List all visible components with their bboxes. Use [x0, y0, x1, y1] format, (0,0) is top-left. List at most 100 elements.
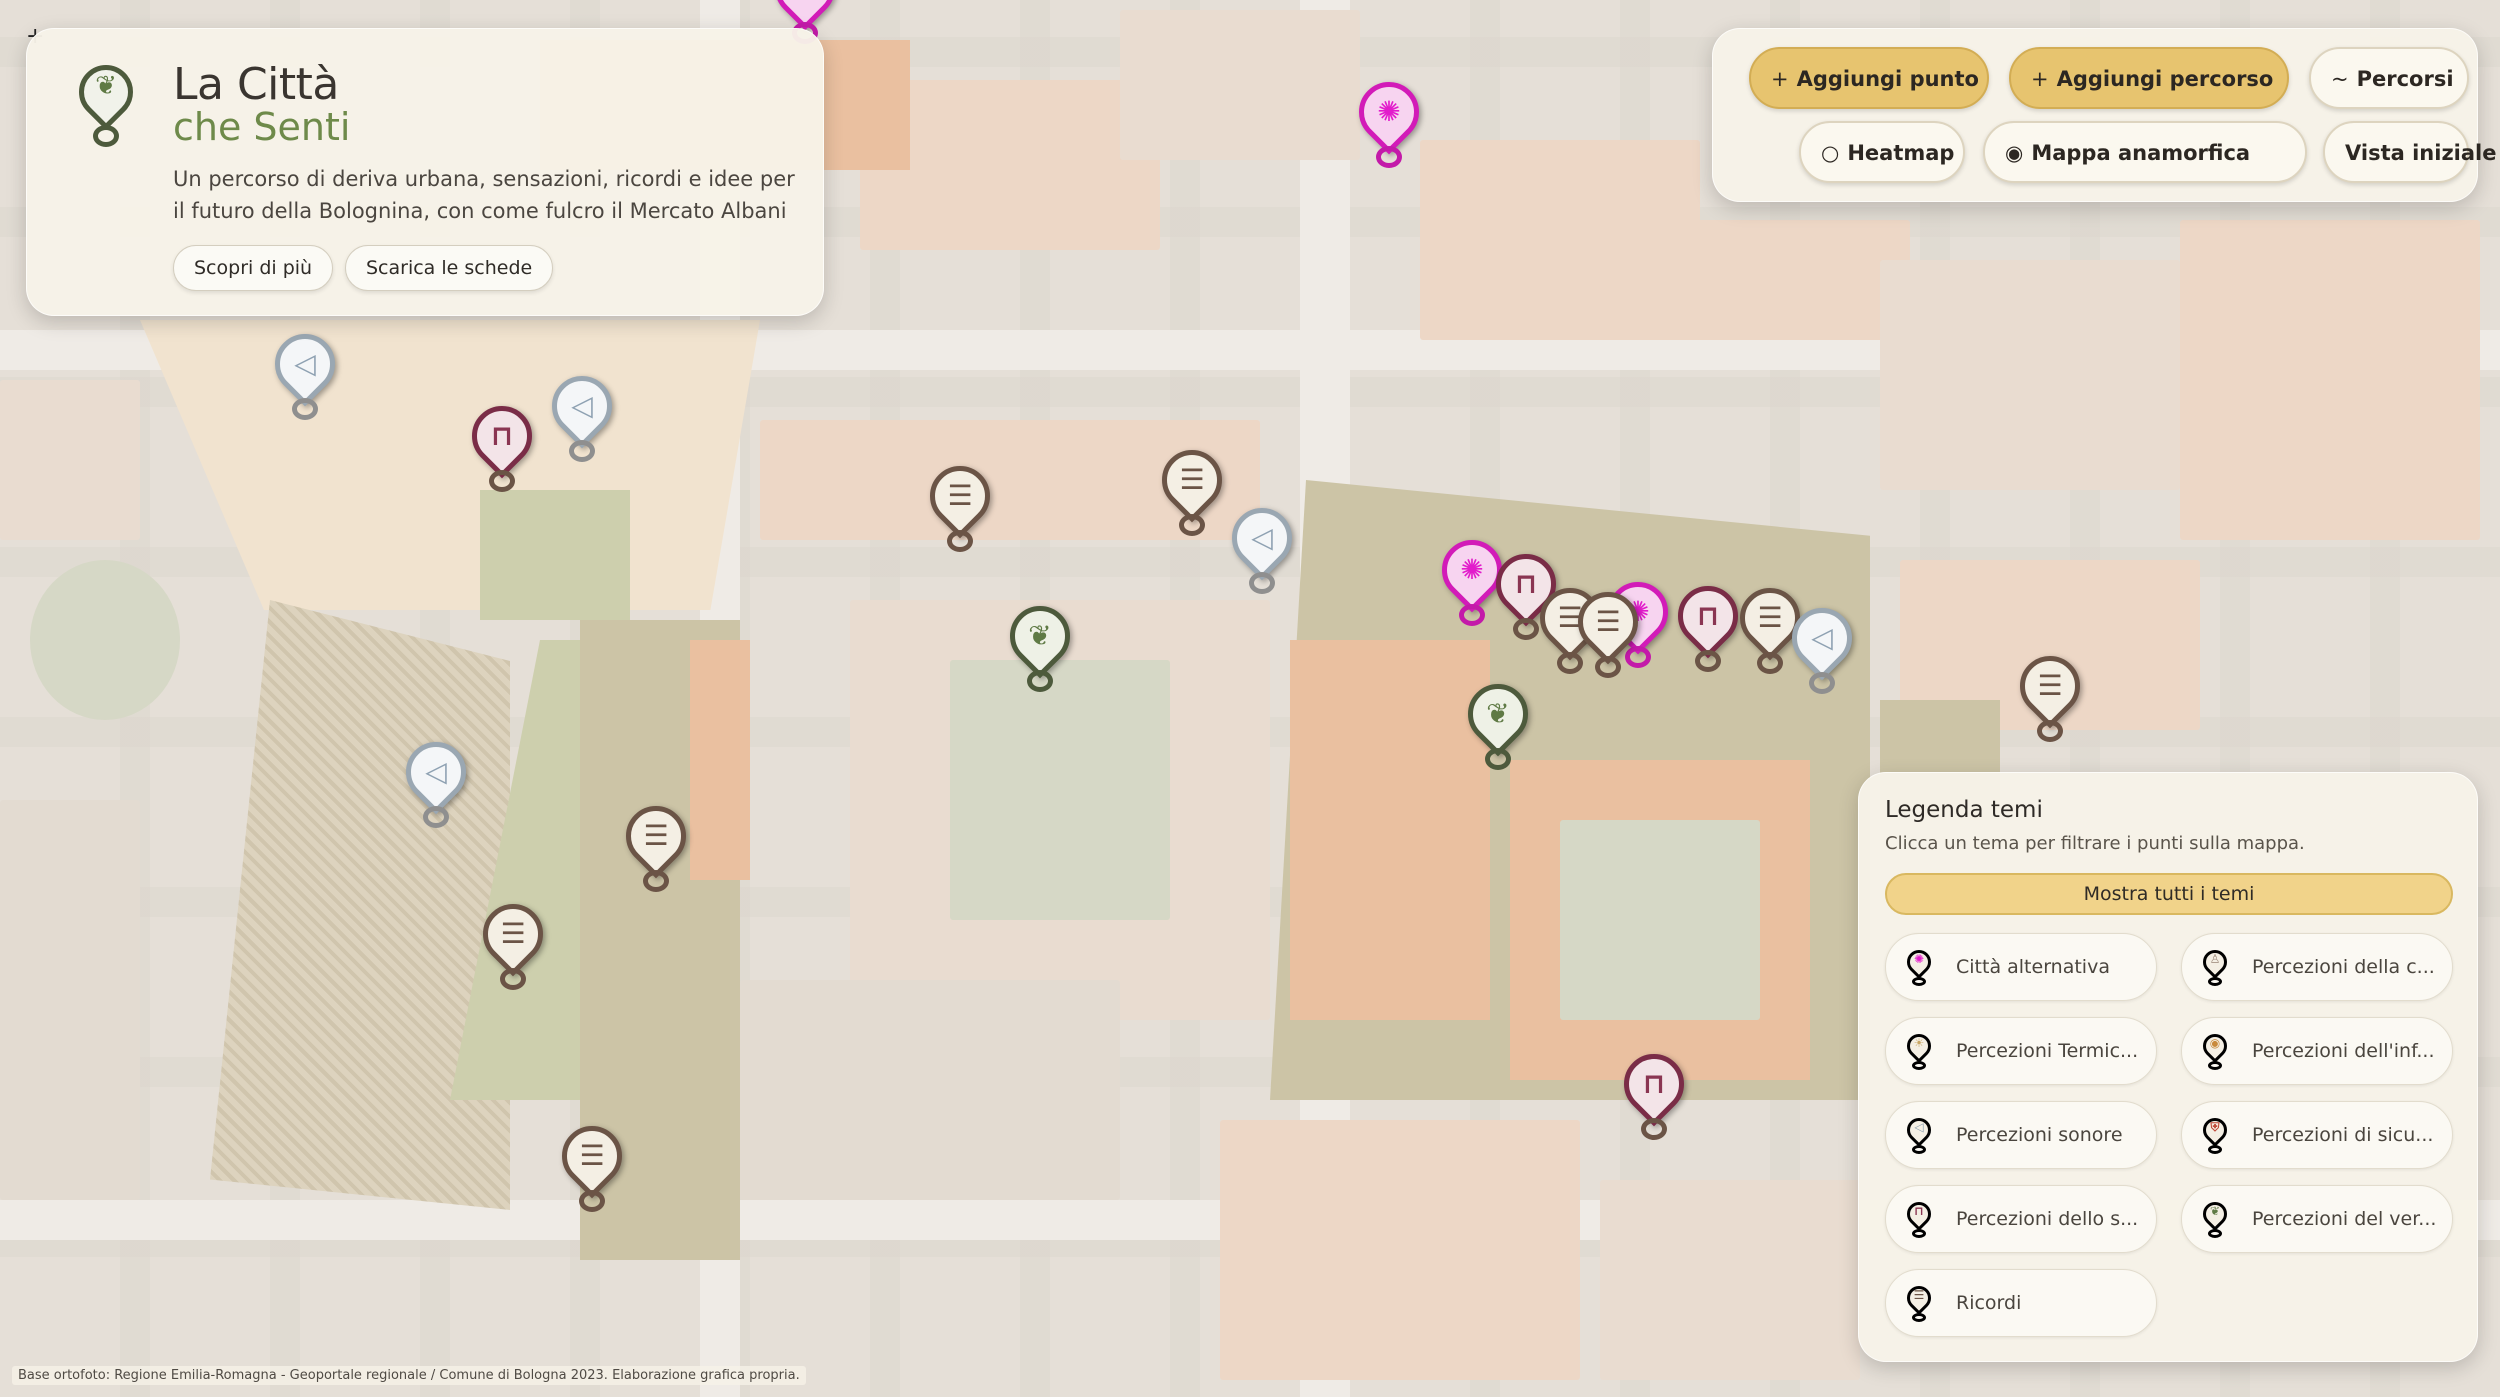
building	[740, 980, 1120, 1200]
title-panel: ❦ La Città che Senti Un percorso di deri…	[26, 28, 824, 316]
legend-item-percezioni-spazio[interactable]: ⊓ Percezioni dello s...	[1885, 1185, 2157, 1253]
marker-citta-alternativa[interactable]: ✺	[1429, 527, 1515, 632]
starburst-icon: ✺	[1377, 95, 1401, 128]
figure-icon: ♙	[2198, 945, 2232, 988]
routes-button[interactable]: ~ Percorsi	[2309, 47, 2469, 109]
legend-item-percezioni-infrastrutture[interactable]: ◉ Percezioni dell'inf...	[2181, 1017, 2453, 1085]
bulb-icon: ◉	[2198, 1029, 2232, 1072]
legend-title: Legenda temi	[1885, 797, 2043, 823]
anamorphic-label: Mappa anamorfica	[2031, 141, 2251, 165]
plus-icon: +	[2031, 67, 2049, 91]
marker-percezioni-sonore[interactable]: ◁	[1219, 495, 1305, 600]
building	[1880, 260, 2180, 490]
marker-ricordi[interactable]: ☰	[613, 793, 699, 898]
marker-percezioni-verde[interactable]: ❦	[1455, 671, 1541, 776]
add-route-label: Aggiungi percorso	[2056, 67, 2274, 91]
marker-percezioni-sonore[interactable]: ◁	[539, 363, 625, 468]
building-area	[1290, 640, 1490, 1020]
building	[1600, 1180, 1860, 1380]
marker-percezioni-sonore[interactable]: ◁	[262, 321, 348, 426]
square-area	[210, 600, 510, 1210]
megaphone-icon: ◁	[571, 389, 593, 422]
legend-item-label: Città alternativa	[1956, 956, 2110, 978]
mercato-albani-area	[140, 320, 760, 610]
legend-item-ricordi[interactable]: ☰ Ricordi	[1885, 1269, 2157, 1337]
reset-view-button[interactable]: Vista iniziale	[2323, 121, 2496, 183]
show-all-themes-button[interactable]: Mostra tutti i temi	[1885, 873, 2453, 915]
heatmap-toggle[interactable]: ○ Heatmap	[1799, 121, 1965, 183]
discover-more-button[interactable]: Scopri di più	[173, 245, 334, 291]
courtyard	[950, 660, 1170, 920]
ladder-icon: ☰	[947, 479, 973, 512]
leaf-pin-icon: ❦	[67, 53, 145, 161]
ladder-icon: ☰	[2037, 669, 2063, 702]
ladder-icon: ☰	[1595, 605, 1621, 638]
radio-on-icon: ◉	[2005, 141, 2024, 165]
page-title-secondary: che Senti	[173, 105, 351, 149]
legend-item-percezioni-citta[interactable]: ♙ Percezioni della c...	[2181, 933, 2453, 1001]
map-attribution: Base ortofoto: Regione Emilia-Romagna - …	[12, 1366, 806, 1385]
legend-item-percezioni-sonore[interactable]: ◁ Percezioni sonore	[1885, 1101, 2157, 1169]
marker-percezioni-sonore[interactable]: ◁	[1779, 595, 1865, 700]
marker-ricordi[interactable]: ☰	[917, 453, 1003, 558]
starburst-icon: ✺	[1902, 945, 1936, 988]
courtyard	[1560, 820, 1760, 1020]
legend-subtitle: Clicca un tema per filtrare i punti sull…	[1885, 833, 2305, 854]
legend-item-label: Percezioni di sicu...	[2252, 1124, 2434, 1146]
legend-item-label: Percezioni dell'inf...	[2252, 1040, 2435, 1062]
download-cards-button[interactable]: Scarica le schede	[345, 245, 554, 291]
leaf-icon: ❦	[1028, 619, 1052, 652]
leaf-icon: ❦	[1486, 697, 1510, 730]
heatmap-label: Heatmap	[1847, 141, 1955, 165]
park	[30, 560, 180, 720]
megaphone-icon: ◁	[425, 755, 447, 788]
legend-item-percezioni-termiche[interactable]: ☀ Percezioni Termic...	[1885, 1017, 2157, 1085]
thermometer-icon: ☀	[1902, 1029, 1936, 1072]
add-point-label: Aggiungi punto	[1796, 67, 1979, 91]
ladder-icon: ☰	[1902, 1281, 1936, 1324]
legend-item-label: Percezioni Termic...	[1956, 1040, 2139, 1062]
ladder-icon: ☰	[500, 917, 526, 950]
marker-ricordi[interactable]: ☰	[1149, 437, 1235, 542]
marker-citta-alternativa[interactable]: ✺	[1346, 69, 1432, 174]
routes-label: Percorsi	[2356, 67, 2454, 91]
add-route-button[interactable]: + Aggiungi percorso	[2009, 47, 2289, 109]
marker-percezioni-verde[interactable]: ❦	[997, 593, 1083, 698]
legend-item-label: Percezioni dello s...	[1956, 1208, 2139, 1230]
megaphone-icon: ◁	[1811, 621, 1833, 654]
bench-icon: ⊓	[1696, 599, 1720, 632]
marker-percezioni-spazio[interactable]: ⊓	[1611, 1041, 1697, 1146]
megaphone-icon: ◁	[1251, 521, 1273, 554]
building-area	[690, 640, 750, 880]
marker-ricordi[interactable]: ☰	[2007, 643, 2093, 748]
legend-item-label: Percezioni della c...	[2252, 956, 2435, 978]
route-icon: ~	[2331, 67, 2349, 91]
marker-ricordi[interactable]: ☰	[1565, 579, 1651, 684]
marker-percezioni-spazio[interactable]: ⊓	[1665, 573, 1751, 678]
building	[1640, 220, 1910, 340]
megaphone-icon: ◁	[294, 347, 316, 380]
ladder-icon: ☰	[1179, 463, 1205, 496]
megaphone-icon: ◁	[1902, 1113, 1936, 1156]
page-title: La Città	[173, 59, 339, 110]
marker-ricordi[interactable]: ☰	[470, 891, 556, 996]
page-subtitle: Un percorso di deriva urbana, sensazioni…	[173, 167, 795, 223]
toolbar: + Aggiungi punto + Aggiungi percorso ~ Perc…	[1712, 28, 2496, 202]
building	[0, 800, 140, 1200]
legend-item-citta-alternativa[interactable]: ✺ Città alternativa	[1885, 933, 2157, 1001]
legend-item-percezioni-verde[interactable]: ❦ Percezioni del ver...	[2181, 1185, 2453, 1253]
legend-item-percezioni-sicurezza[interactable]: ⛨ Percezioni di sicu...	[2181, 1101, 2453, 1169]
legend-item-label: Percezioni sonore	[1956, 1124, 2123, 1146]
building	[1220, 1120, 1580, 1380]
marker-percezioni-sonore[interactable]: ◁	[393, 729, 479, 834]
bench-icon: ⊓	[490, 419, 514, 452]
radio-off-icon: ○	[1821, 141, 1840, 165]
legend-panel: Legenda temi Clicca un tema per filtrare…	[1858, 772, 2478, 1362]
anamorphic-map-toggle[interactable]: ◉ Mappa anamorfica	[1983, 121, 2307, 183]
marker-ricordi[interactable]: ☰	[549, 1113, 635, 1218]
add-point-button[interactable]: + Aggiungi punto	[1749, 47, 1989, 109]
shield-icon: ⛨	[2198, 1113, 2232, 1156]
marker-percezioni-spazio[interactable]: ⊓	[459, 393, 545, 498]
ladder-icon: ☰	[643, 819, 669, 852]
legend-item-label: Ricordi	[1956, 1292, 2022, 1314]
